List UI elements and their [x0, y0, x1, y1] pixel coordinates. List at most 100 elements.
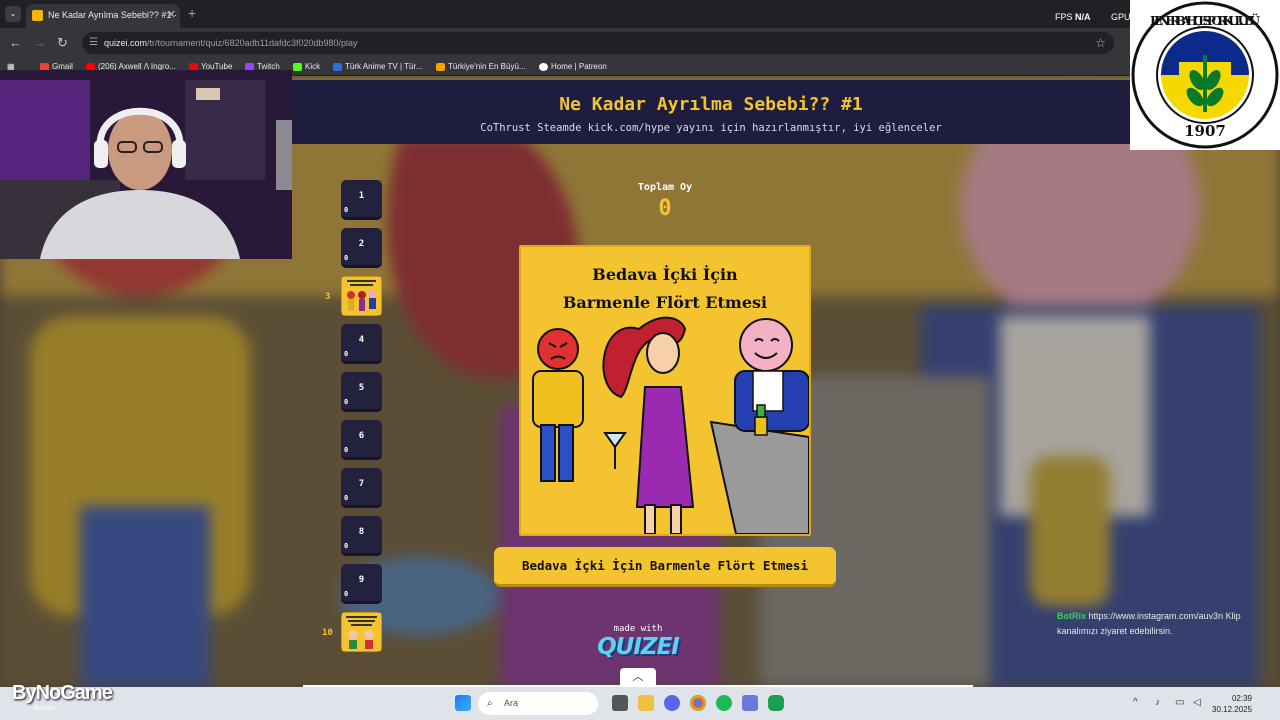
slot-votes: 0 [344, 254, 349, 262]
slot-5[interactable]: 50 [341, 372, 382, 412]
quiz-header: Ne Kadar Ayrılma Sebebi?? #1 CoThrust St… [292, 80, 1130, 144]
site-info-icon[interactable]: ☰ [89, 32, 98, 54]
fps-counter: FPS N/A [1055, 12, 1091, 22]
clock-time: 02:39 [1231, 694, 1252, 703]
tab-close-icon[interactable]: ✕ [167, 4, 176, 26]
site-icon [436, 63, 445, 71]
slot-3-number: 3 [325, 292, 331, 302]
slot-4[interactable]: 40 [341, 324, 382, 364]
slot-votes: 0 [344, 398, 349, 406]
taskbar-search[interactable]: ⌕ Ara [478, 692, 598, 715]
slot-2[interactable]: 20 [341, 228, 382, 268]
slot-10-number: 10 [322, 628, 333, 638]
reload-icon[interactable]: ↻ [57, 35, 68, 51]
bookmark-patreon[interactable]: Home | Patreon [539, 60, 607, 74]
logo-year: 1907 [1184, 122, 1226, 140]
gpu-label: GPU [1111, 12, 1131, 22]
back-arrow-icon[interactable]: ← [9, 35, 22, 50]
url-field[interactable]: ☰ quizei.com/tr/tournament/quiz/6820adb1… [82, 32, 1114, 54]
url-path: /tr/tournament/quiz/6820adb11dafdc3f020d… [147, 38, 358, 48]
logo-text: FENERBAHÇE SPOR KULÜBÜ [1150, 12, 1261, 28]
tab-bar: ⌄ Ne Kadar Ayrılma Sebebi?? #1 · ✕ + FPS… [0, 0, 1280, 28]
chrome-icon[interactable] [690, 695, 706, 711]
club-crest-image: 1907 FENERBAHÇE SPOR KULÜBÜ [1131, 1, 1279, 149]
fenerbahce-logo: 1907 FENERBAHÇE SPOR KULÜBÜ [1130, 0, 1280, 150]
clock-date: 30.12.2025 [1212, 705, 1253, 714]
slot-thumbnail-image [342, 277, 381, 315]
slot-votes: 0 [344, 542, 349, 550]
search-icon: ⌕ [487, 698, 493, 709]
slot-6[interactable]: 60 [341, 420, 382, 460]
tab-active[interactable]: Ne Kadar Ayrılma Sebebi?? #1 · ✕ [26, 4, 180, 28]
forward-arrow-icon[interactable]: → [33, 35, 46, 50]
card-title-line-2: Barmenle Flört Etmesi [562, 293, 768, 312]
chat-overlay-message: BotRix https://www.instagram.com/auv3n K… [1057, 609, 1277, 639]
slot-1[interactable]: 10 [341, 180, 382, 220]
tray-chevron-icon[interactable]: ^ [1133, 697, 1138, 708]
card-title-line-1: Bedava İçki İçin [592, 265, 738, 284]
made-with-label: made with [613, 624, 663, 634]
slot-9[interactable]: 90 [341, 564, 382, 604]
task-view-icon[interactable] [612, 695, 628, 711]
fps-value: N/A [1075, 12, 1091, 22]
weather-label: Bulutlu [34, 705, 56, 712]
bookmark-label: Home | Patreon [551, 62, 607, 71]
favicon-icon [32, 10, 43, 21]
windows-taskbar: ⌕ Ara ^ ♪ ▭ ◁ 02:39 30.12.2025 [0, 687, 1280, 720]
choice-select-button[interactable]: Bedava İçki İçin Barmenle Flört Etmesi [494, 547, 836, 587]
bookmark-star-icon[interactable]: ☆ [1095, 32, 1106, 54]
choice-card[interactable]: Bedava İçki İçin Barmenle Flört Etmesi [519, 245, 811, 536]
bookmark-turk-anime[interactable]: Türk Anime TV | Tür... [333, 60, 422, 74]
slot-votes: 0 [344, 206, 349, 214]
choice-card-title: Bedava İçki İçin Barmenle Flört Etmesi [521, 261, 809, 317]
webcam-overlay [0, 70, 292, 259]
streamer-webcam-image [0, 70, 292, 259]
url-domain: quizei.com [104, 38, 148, 48]
patreon-icon [539, 63, 548, 71]
fps-label: FPS [1055, 12, 1073, 22]
quiz-title: Ne Kadar Ayrılma Sebebi?? #1 [559, 94, 863, 115]
tab-title: Ne Kadar Ayrılma Sebebi?? #1 · [48, 10, 177, 20]
new-tab-button[interactable]: + [188, 5, 196, 21]
vote-label: Toplam Oy [637, 182, 693, 193]
slot-number: 8 [358, 527, 365, 537]
taskbar-clock[interactable]: 02:39 30.12.2025 [1212, 693, 1252, 715]
slot-number: 6 [358, 431, 365, 441]
slot-votes: 0 [344, 590, 349, 598]
network-icon[interactable]: ▭ [1175, 697, 1184, 708]
search-placeholder: Ara [504, 698, 519, 708]
slot-number: 5 [358, 383, 365, 393]
volume-icon[interactable]: ◁ [1193, 697, 1201, 708]
bookmark-turkiye[interactable]: Türkiye'nin En Büyü... [436, 60, 526, 74]
slot-votes: 0 [344, 350, 349, 358]
slot-number: 2 [358, 239, 365, 249]
discord-icon[interactable] [664, 695, 680, 711]
bookmark-label: Kick [305, 62, 321, 71]
slot-3-thumbnail[interactable] [341, 276, 382, 316]
bookmark-label: Türk Anime TV | Tür... [345, 62, 423, 71]
bookmark-label: Türkiye'nin En Büyü... [448, 62, 526, 71]
slot-7[interactable]: 70 [341, 468, 382, 508]
spotify-icon[interactable] [716, 695, 732, 711]
slot-number: 7 [358, 479, 365, 489]
bookmark-kick[interactable]: Kick [293, 60, 320, 74]
vote-total: 0 [658, 196, 672, 221]
app-icon[interactable] [768, 695, 784, 711]
mic-icon[interactable]: ♪ [1155, 697, 1160, 708]
chat-bot-name: BotRix [1057, 611, 1086, 621]
app-icon[interactable] [742, 695, 758, 711]
kick-icon [293, 63, 302, 71]
tab-search-button[interactable]: ⌄ [5, 6, 21, 22]
start-windows-icon[interactable] [455, 695, 471, 711]
address-bar-row: ← → ↻ ☰ quizei.com/tr/tournament/quiz/68… [0, 28, 1280, 58]
file-explorer-icon[interactable] [638, 695, 654, 711]
slot-10-thumbnail[interactable] [341, 612, 382, 652]
quizei-logo[interactable]: QUIZEI [592, 634, 684, 660]
bynogame-logo: ByNoGame [12, 682, 113, 704]
slot-number: 4 [358, 335, 365, 345]
site-icon [333, 63, 342, 71]
slot-8[interactable]: 80 [341, 516, 382, 556]
slot-number: 1 [358, 191, 365, 201]
slot-number: 9 [358, 575, 365, 585]
quiz-subtitle: CoThrust Steamde kick.com/hype yayını iç… [480, 122, 942, 134]
